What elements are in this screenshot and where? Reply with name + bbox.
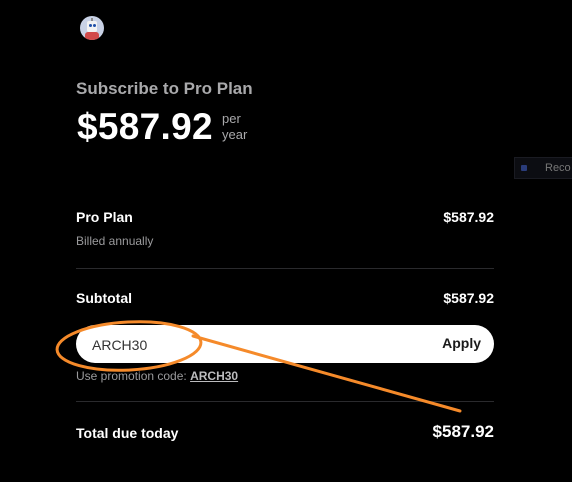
subtotal-amount: $587.92 — [443, 290, 494, 306]
line-item-amount: $587.92 — [443, 209, 494, 225]
plan-price: $587.92 — [77, 106, 213, 147]
promo-code-field[interactable]: Apply — [76, 325, 494, 363]
subtotal-label: Subtotal — [76, 290, 132, 306]
period-line-2: year — [222, 127, 248, 142]
apply-button[interactable]: Apply — [442, 335, 481, 351]
side-tab-label: Reco — [545, 162, 571, 174]
promo-hint-code[interactable]: ARCH30 — [190, 369, 238, 383]
promo-hint: Use promotion code: ARCH30 — [76, 369, 238, 383]
side-tab-icon — [521, 165, 527, 171]
line-item-name: Pro Plan — [76, 209, 133, 225]
divider — [76, 401, 494, 402]
total-label: Total due today — [76, 425, 179, 441]
promo-code-input[interactable] — [90, 334, 394, 356]
period-line-1: per — [222, 111, 241, 126]
line-item-billing: Billed annually — [76, 234, 154, 248]
total-amount: $587.92 — [432, 422, 494, 441]
side-tab[interactable]: Reco — [514, 157, 572, 179]
billing-period: per year — [222, 111, 247, 143]
plan-title: Subscribe to Pro Plan — [76, 79, 253, 98]
promo-hint-prefix: Use promotion code: — [76, 369, 187, 383]
divider — [76, 268, 494, 269]
merchant-logo-icon — [80, 16, 104, 40]
